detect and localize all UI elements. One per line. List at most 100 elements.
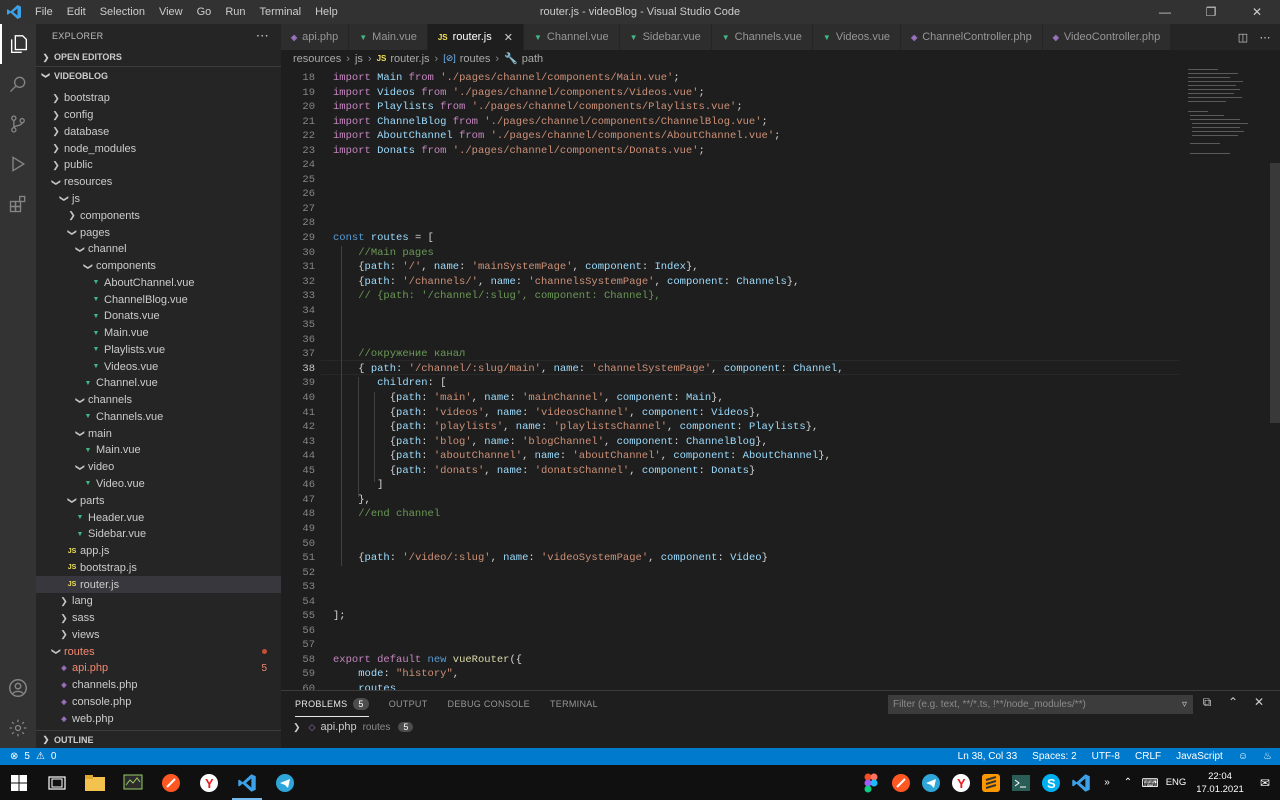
extensions-icon[interactable] <box>0 184 36 224</box>
breadcrumb-item[interactable]: resources <box>293 53 341 65</box>
figma-icon[interactable] <box>856 765 886 800</box>
cpu-monitor-icon[interactable] <box>114 765 152 800</box>
search-icon[interactable] <box>0 64 36 104</box>
tree-folder[interactable]: ❯ views <box>36 627 281 644</box>
tree-folder[interactable]: ❯ node_modules <box>36 140 281 157</box>
tab-api-php[interactable]: ◈ api.php <box>281 24 350 50</box>
file-explorer-icon[interactable] <box>76 765 114 800</box>
tab-router-js[interactable]: JS router.js ✕ <box>427 24 524 50</box>
code-content[interactable]: import Main from './pages/channel/compon… <box>333 71 844 690</box>
tree-file[interactable]: ▼ Channel.vue <box>36 375 281 392</box>
input-language[interactable]: ENG <box>1162 777 1190 788</box>
menu-run[interactable]: Run <box>218 0 252 24</box>
explorer-icon[interactable] <box>0 24 36 64</box>
browser-icon[interactable] <box>886 765 916 800</box>
menu-selection[interactable]: Selection <box>93 0 152 24</box>
yandex-browser-icon[interactable]: Y <box>946 765 976 800</box>
outline-section[interactable]: ❯ OUTLINE <box>36 730 281 748</box>
sublime-text-icon[interactable] <box>976 765 1006 800</box>
tree-folder[interactable]: ❯ components <box>36 258 281 275</box>
show-hidden-icons-icon[interactable]: » <box>1096 765 1118 800</box>
open-editors-section[interactable]: ❯ OPEN EDITORS <box>36 48 281 66</box>
task-view-icon[interactable] <box>38 765 76 800</box>
close-panel-icon[interactable]: ✕ <box>1246 695 1272 710</box>
tree-file[interactable]: ▼ Sidebar.vue <box>36 526 281 543</box>
indentation[interactable]: Spaces: 2 <box>1032 751 1076 762</box>
cursor-position[interactable]: Ln 38, Col 33 <box>958 751 1018 762</box>
tree-file[interactable]: ◈ web.php <box>36 710 281 727</box>
notifications-bell-icon[interactable]: ♨ <box>1263 751 1272 762</box>
tree-file[interactable]: ▼ Video.vue <box>36 476 281 493</box>
tab-videos-vue[interactable]: ▼ Videos.vue <box>812 24 902 50</box>
breadcrumb-item[interactable]: path <box>522 53 543 65</box>
breadcrumb-item[interactable]: routes <box>460 53 491 65</box>
tab-sidebar-vue[interactable]: ▼ Sidebar.vue <box>619 24 712 50</box>
tree-folder[interactable]: ❯ config <box>36 107 281 124</box>
notification-center-icon[interactable]: ✉ <box>1250 765 1280 800</box>
tree-folder[interactable]: ❯ channel <box>36 241 281 258</box>
tree-folder[interactable]: ❯ bootstrap <box>36 90 281 107</box>
tree-folder[interactable]: ❯ components <box>36 207 281 224</box>
tree-file[interactable]: ▼ AboutChannel.vue <box>36 274 281 291</box>
tab-videocontroller-php[interactable]: ◈ VideoController.php <box>1042 24 1172 50</box>
breadcrumb-item[interactable]: js <box>355 53 363 65</box>
tab-debug-console[interactable]: DEBUG CONSOLE <box>448 691 530 717</box>
tree-file[interactable]: ▼ Header.vue <box>36 509 281 526</box>
tab-channel-vue[interactable]: ▼ Channel.vue <box>523 24 620 50</box>
clock[interactable]: 22:04 17.01.2021 <box>1190 770 1250 796</box>
tree-folder[interactable]: ❯ js <box>36 191 281 208</box>
problems-filter-input[interactable]: Filter (e.g. text, **/*.ts, !**/node_mod… <box>888 695 1193 714</box>
maximize-panel-icon[interactable]: ⌃ <box>1220 695 1246 710</box>
yandex-browser-icon[interactable]: Y <box>190 765 228 800</box>
tab-channelcontroller-php[interactable]: ◈ ChannelController.php <box>901 24 1043 50</box>
tree-folder[interactable]: ❯ routes <box>36 643 281 660</box>
keyboard-icon[interactable]: ⌨ <box>1138 765 1162 800</box>
tree-folder[interactable]: ❯ pages <box>36 224 281 241</box>
tree-file[interactable]: ▼ Main.vue <box>36 442 281 459</box>
editor-scrollbar[interactable] <box>1266 67 1280 690</box>
tree-folder[interactable]: ❯ main <box>36 425 281 442</box>
menu-edit[interactable]: Edit <box>60 0 93 24</box>
tab-terminal[interactable]: TERMINAL <box>550 691 598 717</box>
tab-main-vue[interactable]: ▼ Main.vue <box>349 24 428 50</box>
browser-icon[interactable] <box>152 765 190 800</box>
windows-start-icon[interactable] <box>0 765 38 800</box>
close-tab-icon[interactable]: ✕ <box>504 31 513 44</box>
tree-file[interactable]: JS app.js <box>36 543 281 560</box>
project-section[interactable]: ❯ VIDEOBLOG <box>36 66 281 84</box>
tree-folder[interactable]: ❯ sass <box>36 610 281 627</box>
tree-folder[interactable]: ❯ parts <box>36 492 281 509</box>
source-control-icon[interactable] <box>0 104 36 144</box>
menu-go[interactable]: Go <box>190 0 219 24</box>
more-actions-icon[interactable]: ⋯ <box>1254 31 1276 44</box>
skype-icon[interactable]: S <box>1036 765 1066 800</box>
tree-folder[interactable]: ❯ database <box>36 124 281 141</box>
tab-problems[interactable]: PROBLEMS 5 <box>295 691 369 717</box>
tree-file[interactable]: ▼ Playlists.vue <box>36 341 281 358</box>
encoding[interactable]: UTF-8 <box>1092 751 1120 762</box>
vscode-tray-icon[interactable] <box>1066 765 1096 800</box>
language-mode[interactable]: JavaScript <box>1176 751 1223 762</box>
tree-folder[interactable]: ❯ video <box>36 459 281 476</box>
tree-folder[interactable]: ❯ lang <box>36 593 281 610</box>
scrollbar-thumb[interactable] <box>1270 163 1280 423</box>
run-debug-icon[interactable] <box>0 144 36 184</box>
tree-file[interactable]: ◈ channels.php <box>36 677 281 694</box>
tab-output[interactable]: OUTPUT <box>389 691 428 717</box>
account-icon[interactable] <box>0 668 36 708</box>
close-window-icon[interactable]: ✕ <box>1234 0 1280 24</box>
menu-file[interactable]: File <box>28 0 60 24</box>
end-of-line[interactable]: CRLF <box>1135 751 1161 762</box>
tree-folder[interactable]: ❯ resources <box>36 174 281 191</box>
maximize-icon[interactable]: ❐ <box>1188 0 1234 24</box>
menu-help[interactable]: Help <box>308 0 345 24</box>
filter-icon[interactable]: ▿ <box>1182 699 1187 710</box>
settings-gear-icon[interactable] <box>0 708 36 748</box>
tree-folder[interactable]: ❯ public <box>36 157 281 174</box>
problem-file-row[interactable]: ❯ ◇ api.php routes 5 <box>281 717 1280 737</box>
tree-file[interactable]: ◈ console.php <box>36 694 281 711</box>
tree-file[interactable]: ▼ Videos.vue <box>36 358 281 375</box>
problems-status[interactable]: ⊗ 5 ⚠ 0 <box>0 751 56 762</box>
minimap[interactable] <box>1186 67 1266 187</box>
tab-channels-vue[interactable]: ▼ Channels.vue <box>711 24 813 50</box>
